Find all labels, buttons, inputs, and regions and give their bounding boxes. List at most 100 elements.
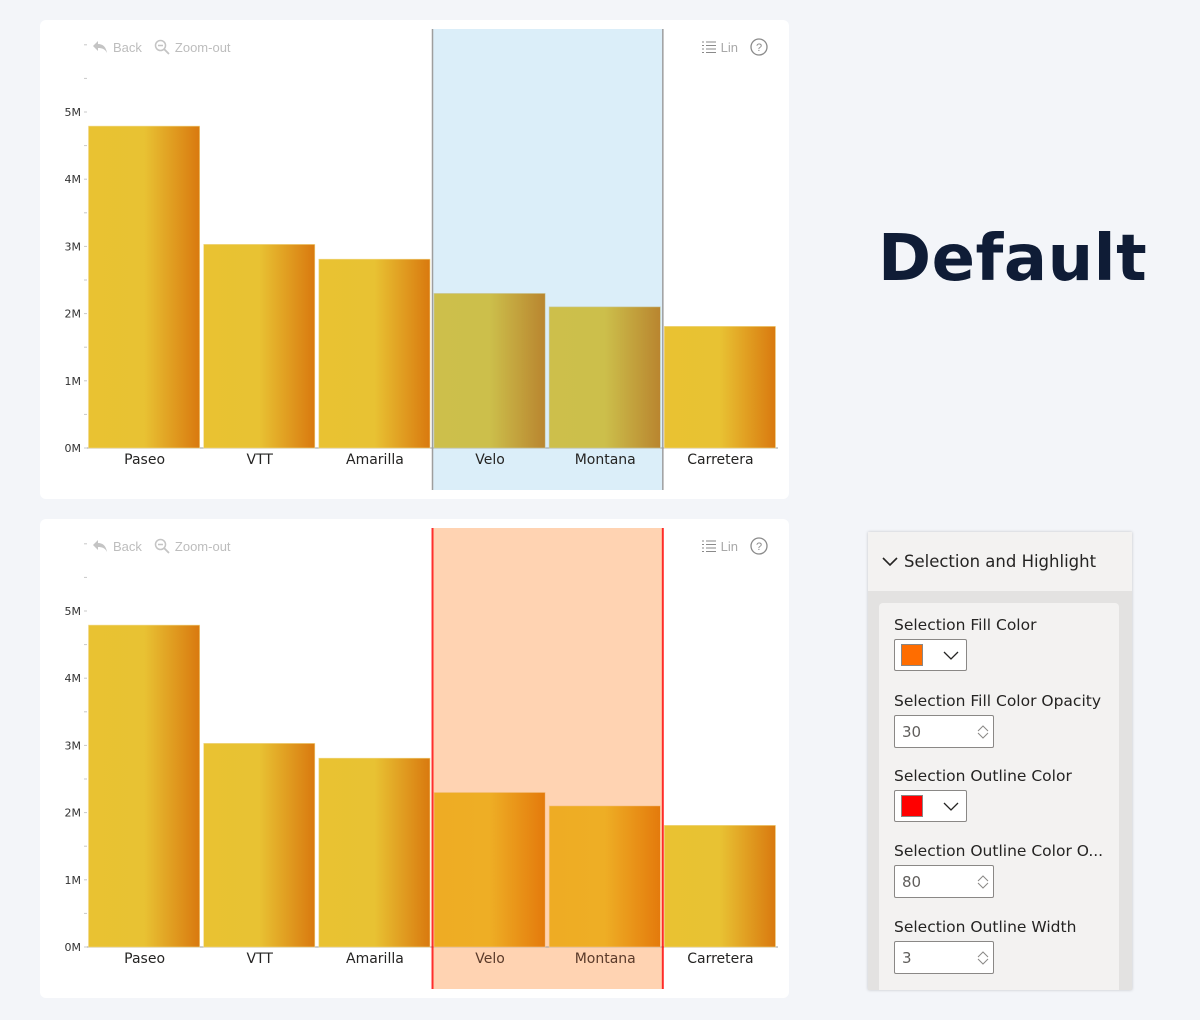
y-tick-label: 5M <box>65 106 82 119</box>
x-tick-label: Paseo <box>124 452 165 468</box>
y-tick-label: 1M <box>65 375 82 388</box>
x-tick-label: Montana <box>575 951 636 967</box>
field-selection-outline-width: Selection Outline Width 3 <box>894 918 1076 974</box>
field-selection-outline-color: Selection Outline Color <box>894 767 1072 822</box>
zoom-out-icon <box>154 39 170 55</box>
chevron-down-icon <box>882 556 898 566</box>
bar-montana[interactable] <box>548 805 661 948</box>
decrement-icon[interactable] <box>977 882 989 890</box>
field-label: Selection Fill Color <box>894 616 1037 634</box>
chart-card-custom: 0M 1M 2M 3M 4M 5M Paseo VTT Amarilla Velo Montana C… <box>40 519 789 998</box>
increment-icon[interactable] <box>977 950 989 958</box>
chevron-down-icon <box>943 651 959 660</box>
back-arrow-icon <box>93 540 107 552</box>
y-tick-label: 4M <box>65 672 82 685</box>
y-tick-label: 5M <box>65 605 82 618</box>
back-arrow-icon <box>93 41 107 53</box>
y-tick-label: 0M <box>65 941 82 954</box>
page-title: Default <box>878 222 1148 296</box>
back-button[interactable]: Back <box>92 539 142 554</box>
x-tick-label: VTT <box>247 452 274 468</box>
chart-toolbar-right: Lin ? <box>701 37 773 57</box>
bar-carretera[interactable] <box>664 825 776 948</box>
y-tick-label: 2M <box>65 308 82 321</box>
scale-toggle-button[interactable]: Lin <box>701 39 738 55</box>
bar-amarilla[interactable] <box>318 258 431 449</box>
bar-velo[interactable] <box>433 792 546 948</box>
x-tick-label: Carretera <box>687 452 753 468</box>
bar-vtt[interactable] <box>203 244 316 449</box>
svg-text:?: ? <box>756 541 762 553</box>
decrement-icon[interactable] <box>977 732 989 740</box>
help-button[interactable]: ? <box>750 537 773 555</box>
zoom-out-button[interactable]: Zoom-out <box>154 39 231 55</box>
section-body: Selection Fill Color Selection Fill Colo… <box>879 603 1119 990</box>
section-header-selection-highlight[interactable]: Selection and Highlight <box>868 532 1132 591</box>
section-title: Selection and Highlight <box>904 552 1097 571</box>
field-label: Selection Outline Color <box>894 767 1072 785</box>
increment-icon[interactable] <box>977 724 989 732</box>
back-label: Back <box>113 39 142 55</box>
chevron-down-icon <box>943 802 959 811</box>
chart-toolbar-left: Back Zoom-out <box>92 37 231 57</box>
help-circle-icon: ? <box>750 38 768 56</box>
field-label: Selection Outline Width <box>894 918 1077 936</box>
bar-montana[interactable] <box>548 306 661 449</box>
x-tick-label: Velo <box>475 452 505 468</box>
svg-text:?: ? <box>756 42 762 54</box>
bar-vtt[interactable] <box>203 743 316 948</box>
bar-chart-default: 0M 1M 2M 3M 4M 5M Paseo VTT Amarilla Velo Montana C… <box>65 29 778 490</box>
selection-fill-color-picker[interactable] <box>894 639 967 671</box>
selection-fill-opacity-input[interactable]: 30 <box>894 715 994 748</box>
list-icon <box>701 41 716 53</box>
x-tick-label: Carretera <box>687 951 753 967</box>
y-tick-label: 0M <box>65 442 82 455</box>
scale-label: Lin <box>720 39 738 55</box>
field-selection-fill-opacity: Selection Fill Color Opacity 30 <box>894 692 1101 748</box>
scale-toggle-button[interactable]: Lin <box>701 538 738 554</box>
y-tick-label: 4M <box>65 173 82 186</box>
bar-paseo[interactable] <box>88 125 200 449</box>
y-tick-label: 1M <box>65 874 82 887</box>
field-label: Selection Fill Color Opacity <box>894 692 1102 710</box>
zoom-out-label: Zoom-out <box>174 39 231 55</box>
zoom-out-icon <box>154 538 170 554</box>
bar-velo[interactable] <box>433 293 546 449</box>
field-selection-fill-color: Selection Fill Color <box>894 616 1036 671</box>
zoom-out-button[interactable]: Zoom-out <box>154 538 231 554</box>
bar-carretera[interactable] <box>664 326 776 449</box>
spin-value: 80 <box>902 872 922 891</box>
selection-outline-color-picker[interactable] <box>894 790 967 822</box>
increment-icon[interactable] <box>977 874 989 882</box>
spin-value: 30 <box>902 722 922 741</box>
y-tick-label: 3M <box>65 240 82 253</box>
decrement-icon[interactable] <box>977 958 989 966</box>
color-swatch <box>901 644 923 666</box>
bar-chart-custom: 0M 1M 2M 3M 4M 5M Paseo VTT Amarilla Velo Montana C… <box>65 528 778 989</box>
y-tick-label: 3M <box>65 739 82 752</box>
spin-value: 3 <box>902 948 912 967</box>
selection-outline-opacity-input[interactable]: 80 <box>894 865 994 898</box>
back-button[interactable]: Back <box>92 40 142 55</box>
field-selection-outline-opacity: Selection Outline Color O... 80 <box>894 842 1103 898</box>
back-label: Back <box>113 538 142 554</box>
x-tick-label: Montana <box>575 452 636 468</box>
chart-toolbar-right: Lin ? <box>701 536 773 556</box>
bar-amarilla[interactable] <box>318 757 431 948</box>
x-tick-label: Amarilla <box>346 452 404 468</box>
x-tick-label: VTT <box>247 951 274 967</box>
format-panel: Selection and Highlight Selection Fill C… <box>868 532 1132 990</box>
scale-label: Lin <box>720 538 738 554</box>
color-swatch <box>901 795 923 817</box>
field-label: Selection Outline Color O... <box>894 842 1104 860</box>
x-tick-label: Amarilla <box>346 951 404 967</box>
help-button[interactable]: ? <box>750 38 773 56</box>
zoom-out-label: Zoom-out <box>174 538 231 554</box>
chart-card-default: 0M 1M 2M 3M 4M 5M Paseo VTT Amarilla Velo Montana C… <box>40 20 789 499</box>
help-circle-icon: ? <box>750 537 768 555</box>
bar-paseo[interactable] <box>88 624 200 948</box>
y-tick-label: 2M <box>65 807 82 820</box>
selection-outline-width-input[interactable]: 3 <box>894 941 994 974</box>
x-tick-label: Paseo <box>124 951 165 967</box>
list-icon <box>701 540 716 552</box>
